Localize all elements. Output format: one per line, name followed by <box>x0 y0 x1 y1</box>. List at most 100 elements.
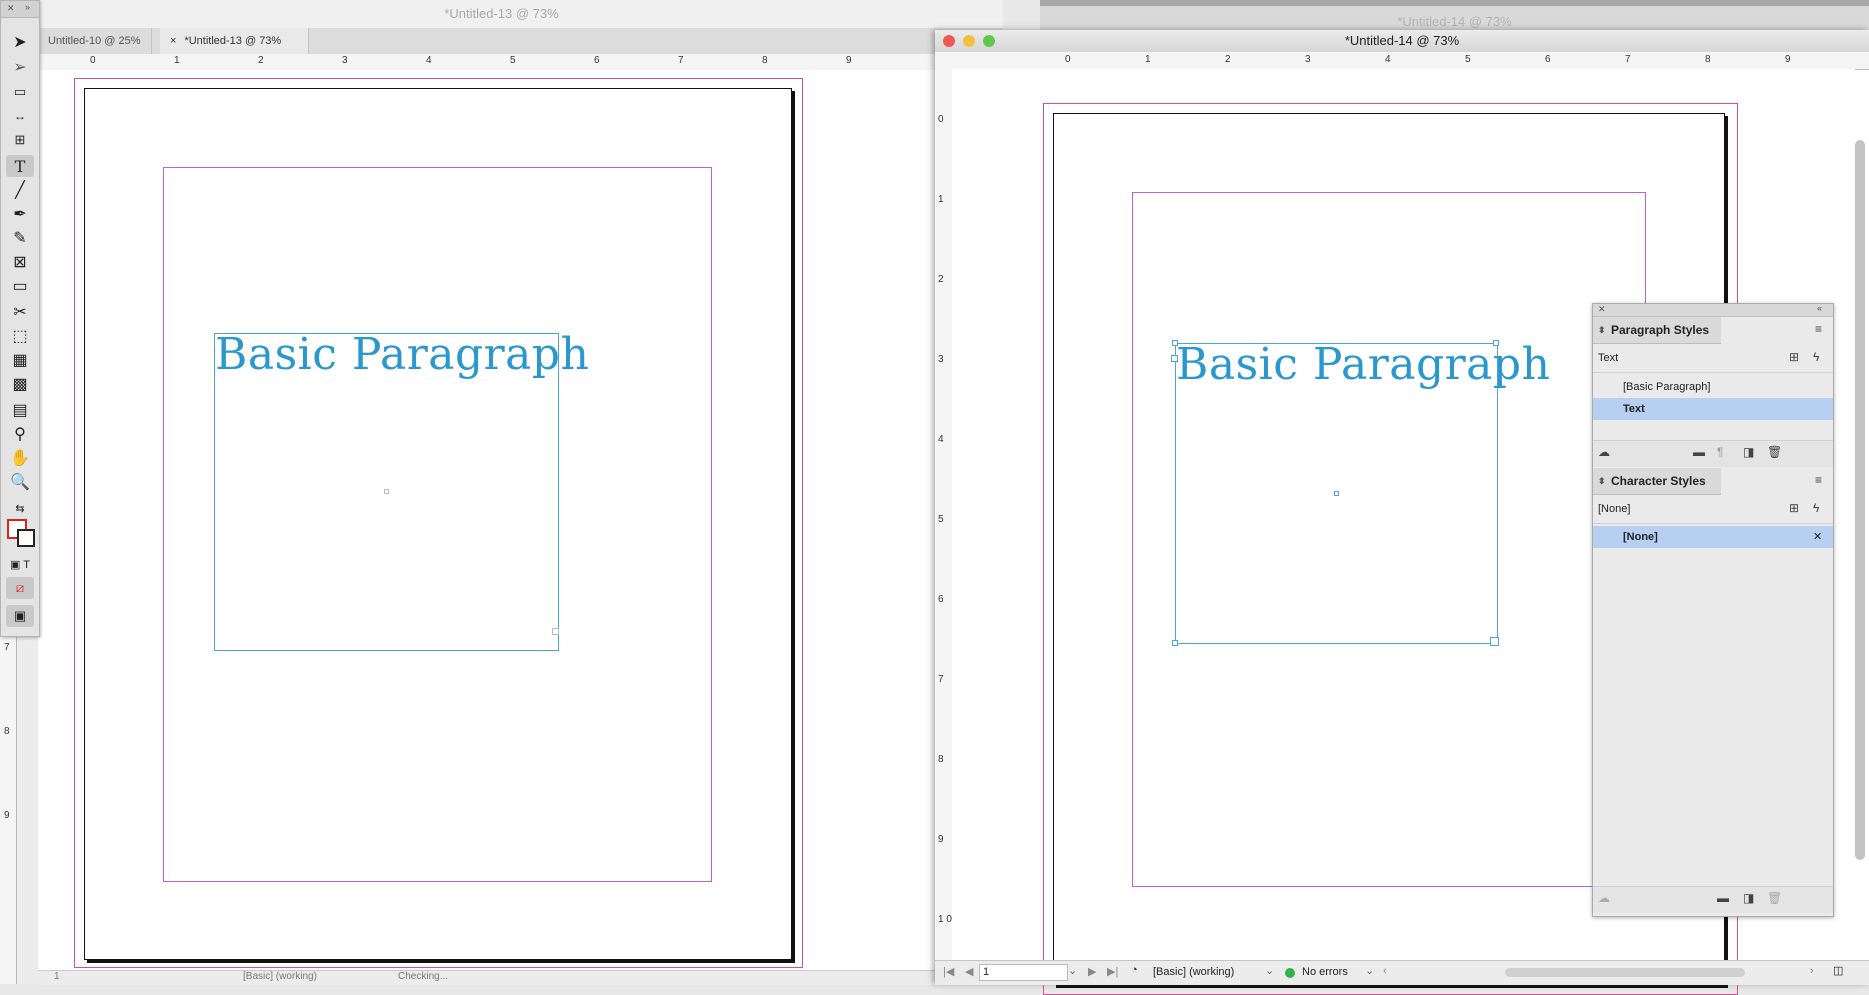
scroll-left-icon[interactable]: ‹ <box>1383 965 1387 977</box>
free-transform-tool-icon[interactable]: ⬚ <box>6 325 34 347</box>
collapse-icon[interactable]: « <box>1817 303 1822 313</box>
tab-paragraph-styles[interactable]: ⬍ Paragraph Styles <box>1593 317 1721 344</box>
tab-untitled-10[interactable]: Untitled-10 @ 25% <box>38 28 152 54</box>
frame-corner-handle[interactable] <box>552 628 559 635</box>
expand-icon[interactable]: ⬍ <box>1598 468 1606 494</box>
swap-fill-stroke-icon[interactable]: ⇆ <box>6 497 34 519</box>
stroke-swatch[interactable] <box>17 529 35 547</box>
toolbox-header[interactable]: ✕ » <box>1 1 39 18</box>
text-frame[interactable]: Basic Paragraph <box>1171 339 1550 646</box>
page-dropdown-icon[interactable]: ⌄ <box>1068 964 1077 977</box>
screen-mode-icon[interactable]: ▣ <box>6 605 34 627</box>
preflight-icon[interactable]: ◔ <box>1131 964 1138 976</box>
paragraph-styles-title: Paragraph Styles <box>1611 323 1710 337</box>
preflight-status[interactable]: No errors <box>1302 966 1348 978</box>
page-number-field[interactable]: 1 <box>54 971 60 982</box>
fill-stroke-swatches[interactable] <box>7 519 35 547</box>
in-port-handle[interactable] <box>1171 355 1178 362</box>
character-style-item[interactable]: [None] ✕ <box>1593 526 1833 548</box>
character-styles-footer: ☁ ▬ ◨ 🗑 <box>1593 886 1833 913</box>
paragraph-style-label: Text <box>1623 403 1645 415</box>
close-icon[interactable]: ✕ <box>7 3 15 14</box>
ruler-label: 2 <box>258 55 264 66</box>
frame-corner-handle[interactable] <box>1172 340 1178 346</box>
collapse-icon[interactable]: » <box>25 2 30 12</box>
trash-icon[interactable]: 🗑 <box>1767 891 1782 905</box>
clear-overrides-icon[interactable]: ¶ <box>1717 445 1723 459</box>
new-style-icon[interactable]: ◨ <box>1743 445 1754 459</box>
profile-dropdown-icon[interactable]: ⌄ <box>1265 964 1274 977</box>
text-frame[interactable]: Basic Paragraph <box>214 329 589 651</box>
last-page-icon[interactable]: ▶| <box>1107 965 1118 978</box>
right-horizontal-ruler[interactable]: 0 1 2 3 4 5 6 7 8 9 <box>935 52 1869 70</box>
ruler-label: 1 0 <box>938 914 952 925</box>
next-page-icon[interactable]: ▶ <box>1088 965 1096 978</box>
cc-libraries-icon[interactable]: ☁ <box>1598 891 1610 905</box>
new-style-group-icon[interactable]: ⊞ <box>1789 350 1799 364</box>
type-tool-icon[interactable]: T <box>6 155 34 177</box>
selection-tool-icon[interactable]: ➤ <box>6 31 34 53</box>
gradient-swatch-tool-icon[interactable]: ▦ <box>6 349 34 371</box>
close-icon[interactable]: ✕ <box>1598 304 1606 315</box>
tab-character-styles[interactable]: ⬍ Character Styles <box>1593 468 1721 495</box>
paragraph-style-item[interactable]: Text <box>1593 398 1833 420</box>
frame-text[interactable]: Basic Paragraph <box>215 329 589 380</box>
rectangle-tool-icon[interactable]: ▭ <box>6 275 34 297</box>
line-tool-icon[interactable]: ╱ <box>6 179 34 201</box>
panel-menu-icon[interactable]: ≡ <box>1815 473 1822 487</box>
gap-tool-icon[interactable]: ↔ <box>6 105 34 127</box>
first-page-icon[interactable]: |◀ <box>943 965 954 978</box>
expand-icon[interactable]: ⬍ <box>1598 317 1606 343</box>
quick-apply-icon[interactable]: ϟ <box>1813 501 1819 515</box>
hand-tool-icon[interactable]: ✋ <box>6 447 34 469</box>
zoom-tool-icon[interactable]: 🔍 <box>6 471 34 493</box>
scroll-right-icon[interactable]: › <box>1810 965 1814 977</box>
right-window-titlebar[interactable]: *Untitled-14 @ 73% <box>935 30 1869 53</box>
right-vertical-ruler[interactable]: 0 1 2 3 4 5 6 7 8 9 1 0 <box>935 69 953 984</box>
scissors-tool-icon[interactable]: ✂ <box>6 301 34 323</box>
split-window-icon[interactable]: ◫ <box>1833 964 1843 977</box>
pencil-tool-icon[interactable]: ✎ <box>6 227 34 249</box>
apply-none-icon[interactable]: ⧄ <box>6 577 34 599</box>
left-window-title: *Untitled-13 @ 73% <box>0 0 1003 29</box>
page-number-field[interactable]: 1 <box>979 964 1068 981</box>
left-pasteboard[interactable]: Basic Paragraph <box>38 70 1003 970</box>
paragraph-style-item[interactable]: [Basic Paragraph] <box>1593 376 1833 398</box>
cc-libraries-icon[interactable]: ☁ <box>1598 445 1610 459</box>
tab-untitled-13[interactable]: × *Untitled-13 @ 73% <box>160 28 309 54</box>
vertical-scrollbar[interactable] <box>1855 140 1865 860</box>
quick-apply-icon[interactable]: ϟ <box>1813 350 1819 364</box>
preflight-dropdown-icon[interactable]: ⌄ <box>1365 964 1374 977</box>
out-port-handle[interactable] <box>1490 637 1499 646</box>
left-horizontal-ruler[interactable]: 0 1 2 3 4 5 6 7 8 9 <box>38 54 1003 71</box>
new-style-icon[interactable]: ◨ <box>1743 891 1754 905</box>
horizontal-scrollbar[interactable] <box>1505 968 1745 977</box>
minimize-window-button[interactable] <box>963 35 975 47</box>
note-tool-icon[interactable]: ▤ <box>6 399 34 421</box>
frame-corner-handle[interactable] <box>1172 640 1178 646</box>
preflight-profile[interactable]: [Basic] (working) <box>243 971 317 982</box>
frame-corner-handle[interactable] <box>1493 340 1499 346</box>
rectangle-frame-tool-icon[interactable]: ⊠ <box>6 251 34 273</box>
frame-text[interactable]: Basic Paragraph <box>1176 339 1550 390</box>
preflight-profile[interactable]: [Basic] (working) <box>1153 966 1234 978</box>
content-collector-tool-icon[interactable]: ⊞ <box>6 129 34 151</box>
close-window-button[interactable] <box>943 35 955 47</box>
formatting-affects-container-icon[interactable]: ▣ T <box>6 553 34 575</box>
prev-page-icon[interactable]: ◀ <box>965 965 973 978</box>
tab-close-icon[interactable]: × <box>170 35 176 47</box>
preflight-status: Checking... <box>398 971 449 982</box>
direct-selection-tool-icon[interactable]: ➢ <box>6 56 34 78</box>
page-tool-icon[interactable]: ▭ <box>6 81 34 103</box>
new-style-group-icon[interactable]: ⊞ <box>1789 501 1799 515</box>
zoom-window-button[interactable] <box>983 35 995 47</box>
folder-icon[interactable]: ▬ <box>1693 445 1705 459</box>
panel-menu-icon[interactable]: ≡ <box>1815 322 1822 336</box>
folder-icon[interactable]: ▬ <box>1717 891 1729 905</box>
panel-header[interactable]: ✕ « <box>1593 303 1833 317</box>
pen-tool-icon[interactable]: ✒ <box>6 203 34 225</box>
eyedropper-tool-icon[interactable]: ⚲ <box>6 423 34 445</box>
ruler-label: 2 <box>938 274 944 285</box>
gradient-feather-tool-icon[interactable]: ▩ <box>6 373 34 395</box>
trash-icon[interactable]: 🗑 <box>1767 445 1782 459</box>
